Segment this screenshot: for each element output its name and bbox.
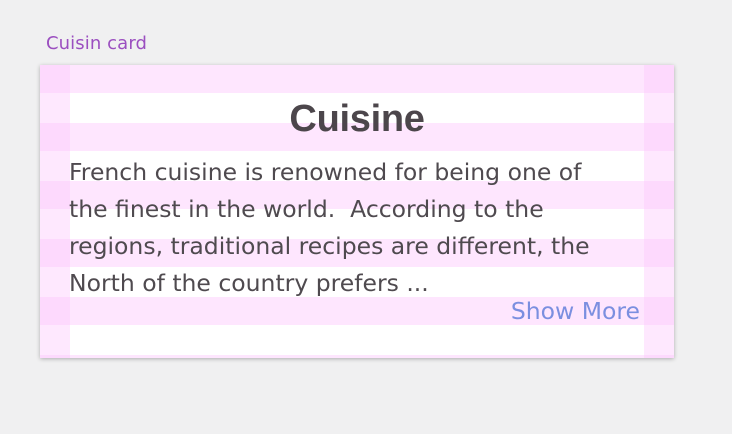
show-more-link[interactable]: Show More [511, 294, 640, 328]
description-line: French cuisine is renowned for being one… [69, 158, 582, 186]
card-description: French cuisine is renowned for being one… [69, 154, 644, 302]
description-line: regions, traditional recipes are differe… [69, 232, 590, 260]
frame-label: Cuisin card [46, 33, 148, 54]
cuisine-card: Cuisine French cuisine is renowned for b… [40, 65, 674, 358]
description-line: the finest in the world. According to th… [69, 195, 544, 223]
card-title: Cuisine [289, 98, 425, 140]
